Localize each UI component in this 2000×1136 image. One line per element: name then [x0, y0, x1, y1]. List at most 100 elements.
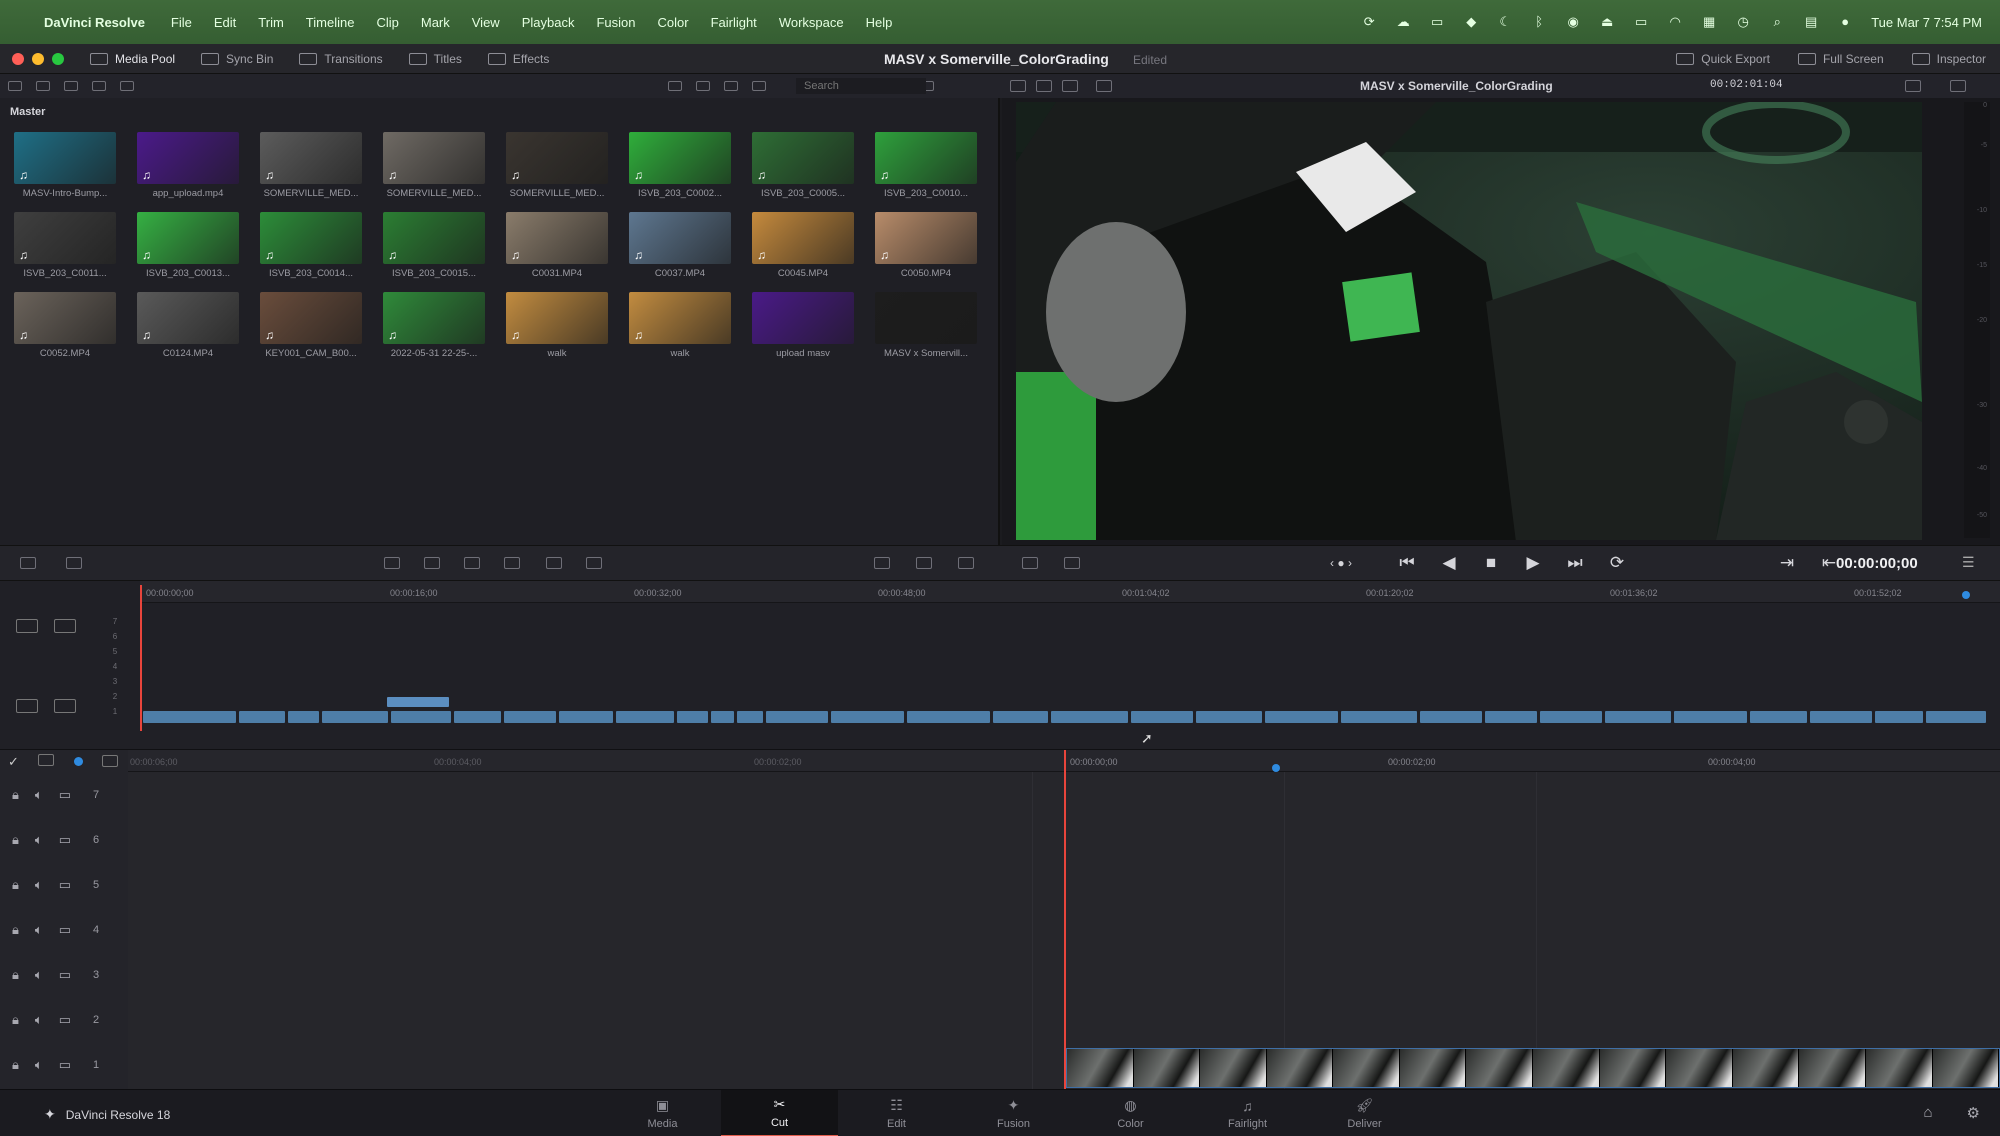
media-clip[interactable]: ♫ ISVB_203_C0011... [14, 212, 116, 279]
timeline-clip-segment[interactable] [143, 711, 237, 723]
timeline-clip-segment[interactable] [239, 711, 285, 723]
media-clip[interactable]: ♫ SOMERVILLE_MED... [506, 132, 608, 199]
tape-view-icon[interactable] [874, 557, 890, 569]
bluetooth-icon[interactable]: ᛒ [1531, 15, 1547, 29]
media-clip[interactable]: ♫ SOMERVILLE_MED... [383, 132, 485, 199]
loop-button[interactable]: ⟳ [1606, 553, 1628, 573]
lower-playhead[interactable] [1064, 750, 1066, 1090]
menu-workspace[interactable]: Workspace [779, 15, 844, 30]
title-tool-icon[interactable] [54, 619, 76, 633]
zoom-icon[interactable] [102, 755, 118, 767]
timeline-clip-segment[interactable] [615, 711, 674, 723]
timeline-clip-segment[interactable] [504, 711, 557, 723]
timeline-clip-segment[interactable] [1875, 711, 1924, 723]
speaker-icon[interactable]: 🔈︎ [35, 1057, 43, 1073]
metadata-view-icon[interactable] [724, 81, 738, 91]
upper-clip-strip[interactable] [143, 711, 1987, 723]
menu-color[interactable]: Color [657, 15, 688, 30]
lock-icon[interactable]: 🔒︎ [12, 1057, 19, 1073]
viewer-frame[interactable] [1016, 102, 1922, 540]
zoom-window-button[interactable] [52, 52, 64, 65]
media-clip[interactable]: ♫ walk [629, 292, 731, 359]
timeline-clip-segment[interactable] [321, 711, 388, 723]
audio-tool-icon[interactable] [16, 699, 38, 713]
menu-clip[interactable]: Clip [376, 15, 398, 30]
media-pool-button[interactable]: Media Pool [90, 52, 175, 66]
layout-icon[interactable] [958, 557, 974, 569]
place-on-top-icon[interactable] [546, 557, 562, 569]
go-to-end-button[interactable]: ⏭ [1564, 553, 1586, 573]
speaker-icon[interactable]: 🔈︎ [35, 877, 43, 893]
timeline-clip-filmstrip[interactable] [1066, 1048, 2000, 1088]
media-clip[interactable]: ♫ C0052.MP4 [14, 292, 116, 359]
timeline-clip-segment[interactable] [676, 711, 708, 723]
monitor-icon[interactable]: ▭ [59, 877, 71, 893]
wifi-icon[interactable]: ◠ [1667, 15, 1683, 29]
ripple-overwrite-icon[interactable] [464, 557, 480, 569]
speaker-icon[interactable]: 🔈︎ [35, 832, 43, 848]
scissors-icon[interactable] [66, 557, 82, 569]
media-clip[interactable]: ♫ KEY001_CAM_B00... [260, 292, 362, 359]
monitor-icon[interactable]: ▭ [59, 1057, 71, 1073]
monitor-icon[interactable]: ▭ [59, 967, 71, 983]
media-clip[interactable]: ♫ C0031.MP4 [506, 212, 608, 279]
menu-icon[interactable]: ☰ [1962, 554, 1978, 570]
page-tab-fairlight[interactable]: ♫ Fairlight [1189, 1090, 1306, 1136]
time-machine-icon[interactable]: ◷ [1735, 15, 1751, 29]
timeline-clip-segment[interactable] [766, 711, 829, 723]
timeline-clip-segment[interactable] [1926, 711, 1987, 723]
link-icon[interactable] [38, 754, 54, 766]
lock-icon[interactable]: 🔒︎ [12, 787, 19, 803]
timeline-clip-segment[interactable] [736, 711, 764, 723]
monitor-icon[interactable]: ▭ [59, 1012, 71, 1028]
timeline-clip-segment[interactable] [1749, 711, 1808, 723]
timeline-clip-segment[interactable] [287, 711, 319, 723]
media-clip[interactable]: ♫ walk [506, 292, 608, 359]
control-center-icon[interactable]: ▤ [1803, 15, 1819, 29]
page-tab-color[interactable]: ◍ Color [1072, 1090, 1189, 1136]
menu-fusion[interactable]: Fusion [596, 15, 635, 30]
monitor-icon[interactable]: ▭ [59, 832, 71, 848]
media-clip[interactable]: upload masv [752, 292, 854, 359]
page-tab-cut[interactable]: ✂ Cut [721, 1090, 838, 1136]
media-clip[interactable]: ♫ ISVB_203_C0015... [383, 212, 485, 279]
timeline-clip-segment[interactable] [1539, 711, 1602, 723]
viewer-clip-name[interactable]: MASV x Somerville_ColorGrading [1360, 79, 1553, 93]
timeline-clip-segment[interactable] [1810, 711, 1873, 723]
quick-export-button[interactable]: Quick Export [1676, 52, 1770, 66]
timeline-clip-segment[interactable] [1420, 711, 1483, 723]
upper-playhead[interactable] [140, 585, 142, 731]
source-overwrite-icon[interactable] [586, 557, 602, 569]
timeline-clip-segment[interactable] [1674, 711, 1747, 723]
upper-timeline-ruler[interactable]: 00:00:00;00 00:00:16;00 00:00:32;00 00:00:4… [140, 581, 2000, 603]
go-to-start-button[interactable]: ⏮ [1396, 553, 1418, 573]
track-tool-icon[interactable] [54, 699, 76, 713]
lock-icon[interactable]: 🔒︎ [12, 832, 19, 848]
media-clip[interactable]: ♫ C0050.MP4 [875, 212, 977, 279]
media-clip[interactable]: ♫ SOMERVILLE_MED... [260, 132, 362, 199]
shield-icon[interactable]: ◆ [1463, 15, 1479, 29]
toggle-bin-list-icon[interactable] [8, 81, 22, 91]
media-clip[interactable]: ♫ ISVB_203_C0013... [137, 212, 239, 279]
upper-timeline[interactable]: 00:00:00;00 00:00:16;00 00:00:32;00 00:00:4… [0, 581, 2000, 749]
display-icon[interactable] [916, 557, 932, 569]
lock-icon[interactable]: 🔒︎ [12, 877, 19, 893]
menu-edit[interactable]: Edit [214, 15, 236, 30]
import-media-icon[interactable] [36, 81, 50, 91]
viewer-options-icon[interactable] [1950, 80, 1966, 92]
menu-help[interactable]: Help [866, 15, 893, 30]
flag-icon[interactable] [74, 757, 83, 766]
media-clip[interactable]: ♫ ISVB_203_C0005... [752, 132, 854, 199]
append-icon[interactable] [424, 557, 440, 569]
home-icon[interactable]: ⌂ [1923, 1104, 1932, 1122]
lower-marker[interactable] [1272, 764, 1280, 772]
upper-end-marker[interactable] [1962, 591, 1970, 599]
battery-icon[interactable]: ▭ [1633, 15, 1649, 29]
lock-icon[interactable]: 🔒︎ [12, 967, 19, 983]
strip-view-icon[interactable] [668, 81, 682, 91]
menu-trim[interactable]: Trim [258, 15, 284, 30]
speaker-icon[interactable]: 🔈︎ [35, 787, 43, 803]
sync-icon[interactable] [92, 81, 106, 91]
moon-icon[interactable]: ☾ [1497, 15, 1513, 29]
record-icon[interactable]: ◉ [1565, 15, 1581, 29]
